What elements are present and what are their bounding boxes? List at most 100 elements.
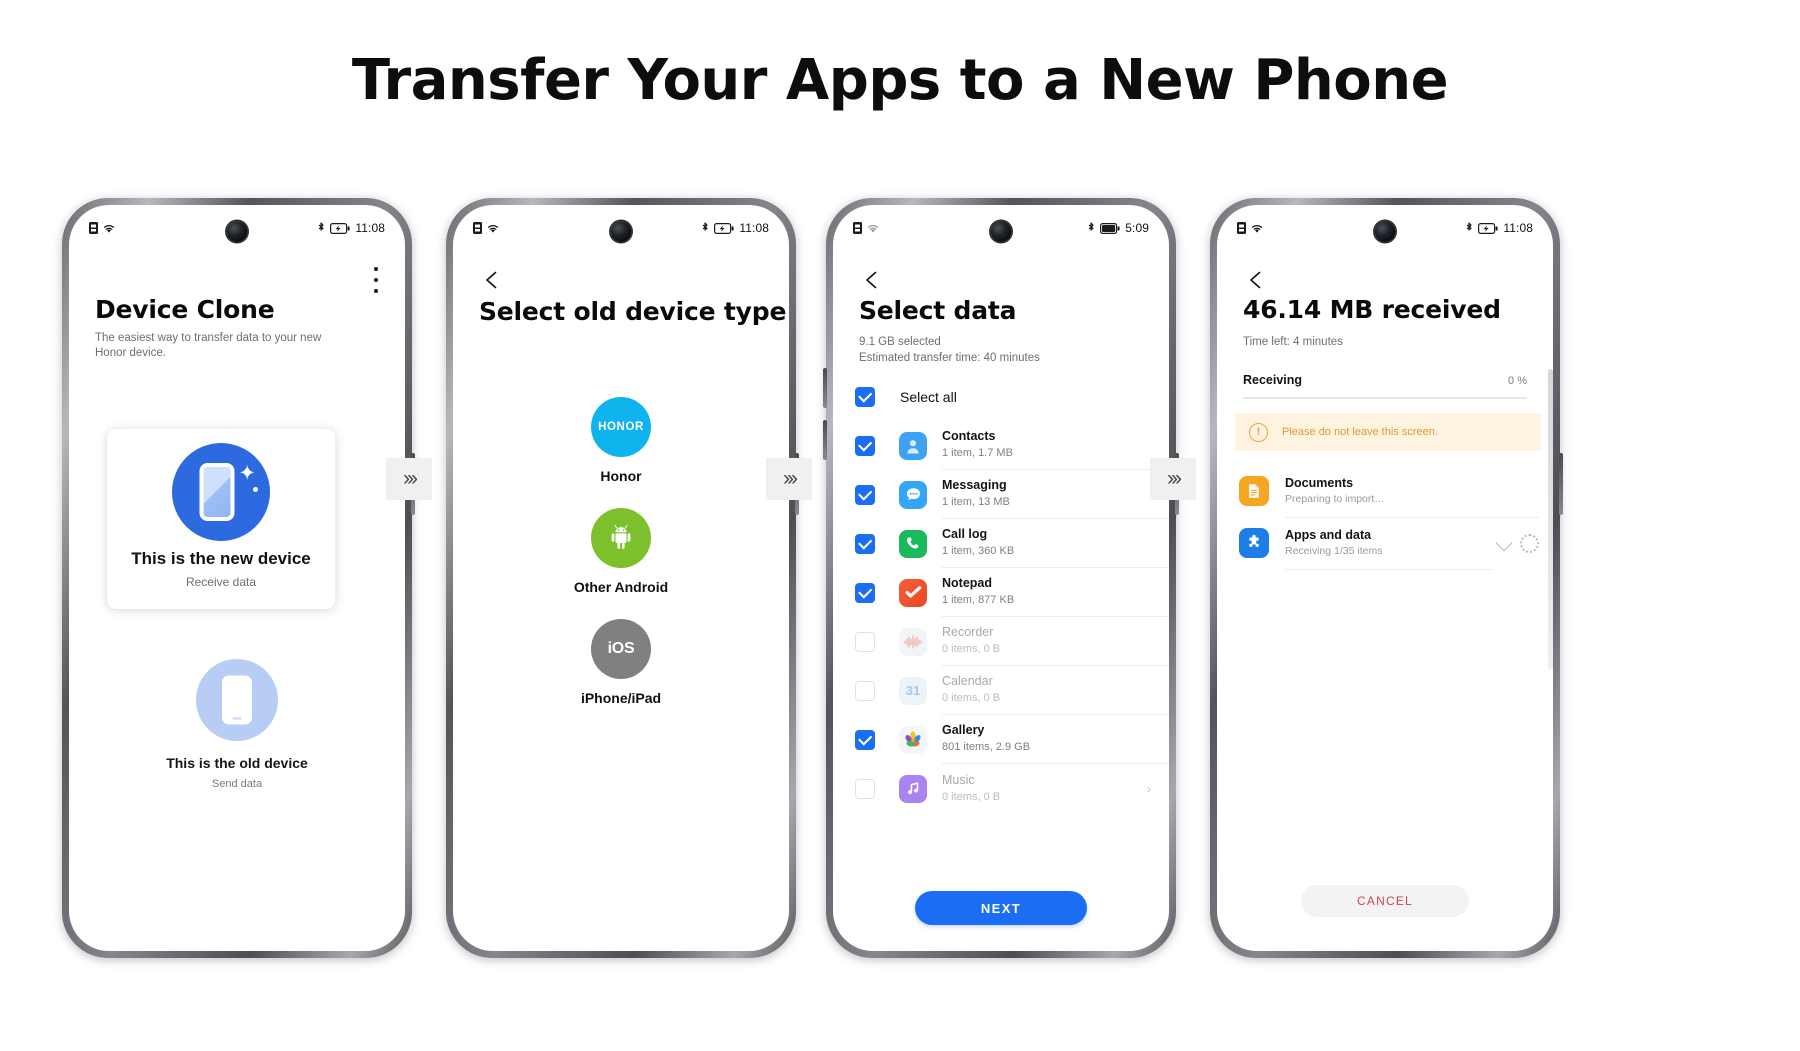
row-name: Messaging [942, 478, 1007, 492]
page-subtitle: The easiest way to transfer data to your… [95, 332, 322, 359]
phone-icon [899, 529, 927, 558]
sim-icon [89, 222, 98, 234]
loading-spinner-icon [1520, 533, 1539, 553]
row-checkbox[interactable] [855, 435, 875, 456]
data-item-list[interactable]: Contacts 1 item, 1.7 MB Messaging 1 item… [833, 421, 1169, 951]
row-checkbox[interactable] [855, 533, 875, 554]
progress-label: Receiving [1243, 373, 1303, 387]
battery-icon [1100, 222, 1120, 234]
chevron-down-icon[interactable] [1495, 534, 1513, 552]
progress-percent: 0 % [1508, 375, 1527, 387]
bluetooth-icon [317, 222, 325, 234]
transfer-row-documents[interactable]: Documents Preparing to import… [1239, 465, 1539, 518]
back-arrow-icon[interactable] [859, 267, 885, 293]
volume-down-button[interactable] [823, 420, 827, 460]
contacts-icon [899, 431, 927, 460]
table-row[interactable]: Call log 1 item, 360 KB [833, 519, 1169, 568]
select-all-label: Select all [900, 389, 957, 405]
table-row[interactable]: Contacts 1 item, 1.7 MB [833, 421, 1169, 470]
select-all-checkbox[interactable] [855, 387, 875, 407]
progress-row: Receiving 0 % [1243, 373, 1527, 387]
row-name: Recorder [942, 625, 994, 639]
ios-logo-icon: iOS [591, 619, 651, 679]
device-option-label: iPhone/iPad [580, 690, 662, 706]
transfer-meta: Preparing to import… [1285, 493, 1385, 505]
row-checkbox[interactable] [855, 680, 875, 701]
row-meta: 1 item, 1.7 MB [942, 447, 1013, 459]
ios-badge-text: iOS [607, 640, 635, 657]
cancel-button[interactable]: CANCEL [1301, 885, 1469, 917]
table-row[interactable]: 31 Calendar 0 items, 0 B [833, 666, 1169, 715]
row-name: Notepad [942, 576, 992, 590]
transfer-name: Documents [1285, 476, 1354, 490]
sim-icon [1237, 222, 1246, 234]
sparkle-dot-icon [253, 487, 258, 492]
volume-up-button[interactable] [823, 368, 827, 408]
device-option-honor[interactable]: HONOR Honor [591, 397, 651, 484]
phone-select-old-device: 11:08 Select old device type HONOR Honor [446, 198, 799, 958]
bluetooth-icon [701, 222, 709, 234]
old-device-subtitle: Send data [211, 778, 263, 790]
screen-content: Select old device type HONOR Honor Other… [453, 251, 789, 951]
table-row[interactable]: Music 0 items, 0 B › [833, 764, 1169, 813]
row-checkbox[interactable] [855, 778, 875, 799]
back-arrow-icon[interactable] [479, 267, 505, 293]
next-button[interactable]: NEXT [915, 891, 1087, 925]
back-arrow-icon[interactable] [1243, 267, 1269, 293]
power-button[interactable] [1559, 453, 1563, 515]
phone-screen: 11:08 Device Clone The easiest way to tr… [69, 205, 405, 951]
phone-device-clone: 11:08 Device Clone The easiest way to tr… [62, 198, 415, 958]
old-device-option[interactable]: This is the old device Send data [69, 659, 405, 790]
row-meta: 1 item, 360 KB [942, 545, 1015, 557]
wifi-icon [486, 223, 500, 234]
phone-receiving: 11:08 46.14 MB received Time left: 4 min… [1210, 198, 1563, 958]
new-phone-icon: ✦ [172, 443, 270, 541]
screen-content: Select data 9.1 GB selected Estimated tr… [833, 251, 1169, 951]
table-row[interactable]: Gallery 801 items, 2.9 GB [833, 715, 1169, 764]
device-option-other-android[interactable]: Other Android [574, 508, 668, 595]
wifi-icon [866, 223, 880, 234]
warning-exclamation-icon: ! [1249, 422, 1268, 442]
sim-icon [473, 222, 482, 234]
chevron-right-icon[interactable]: › [1147, 782, 1151, 796]
step-arrow-3: ››› [1150, 458, 1196, 500]
old-phone-icon [196, 659, 278, 741]
status-bar: 11:08 [1217, 205, 1553, 251]
transfer-meta: Receiving 1/35 items [1285, 545, 1383, 557]
new-device-title: This is the new device [131, 549, 311, 568]
status-time: 11:08 [355, 221, 385, 235]
new-device-card[interactable]: ✦ This is the new device Receive data [107, 429, 335, 609]
row-checkbox[interactable] [855, 582, 875, 603]
table-row[interactable]: Messaging 1 item, 13 MB [833, 470, 1169, 519]
calendar-icon: 31 [899, 676, 927, 705]
status-time: 11:08 [1503, 221, 1533, 235]
poster-root: Transfer Your Apps to a New Phone 11:08 … [0, 0, 1800, 1051]
screen-content: Device Clone The easiest way to transfer… [69, 251, 405, 951]
apps-puzzle-icon [1239, 528, 1269, 558]
table-row[interactable]: Notepad 1 item, 877 KB [833, 568, 1169, 617]
messaging-icon [899, 480, 927, 509]
status-bar: 11:08 [69, 205, 405, 251]
status-time: 5:09 [1125, 221, 1149, 235]
row-meta: 0 items, 0 B [942, 643, 1001, 655]
phone-select-data: 5:09 Select data 9.1 GB selected Estimat… [823, 198, 1179, 958]
chevron-triple-icon: ››› [783, 467, 798, 490]
status-time: 11:08 [739, 221, 769, 235]
page-heading: Select old device type [479, 297, 787, 326]
row-checkbox[interactable] [855, 729, 875, 750]
old-device-type-list: HONOR Honor Other Android iOS iPhone/iPa… [453, 397, 789, 730]
device-option-label: Honor [600, 468, 642, 484]
row-meta: 1 item, 877 KB [942, 594, 1015, 606]
honor-logo-icon: HONOR [591, 397, 651, 457]
row-checkbox[interactable] [855, 484, 875, 505]
table-row[interactable]: Recorder 0 items, 0 B [833, 617, 1169, 666]
battery-icon [1478, 222, 1498, 234]
honor-badge-text: HONOR [598, 421, 644, 433]
transfer-name: Apps and data [1285, 528, 1372, 542]
overflow-menu-icon[interactable] [373, 267, 379, 293]
select-all-row[interactable]: Select all [833, 387, 1169, 407]
bluetooth-icon [1465, 222, 1473, 234]
transfer-row-apps-and-data[interactable]: Apps and data Receiving 1/35 items [1239, 517, 1539, 570]
device-option-iphone-ipad[interactable]: iOS iPhone/iPad [581, 619, 661, 706]
row-checkbox[interactable] [855, 631, 875, 652]
